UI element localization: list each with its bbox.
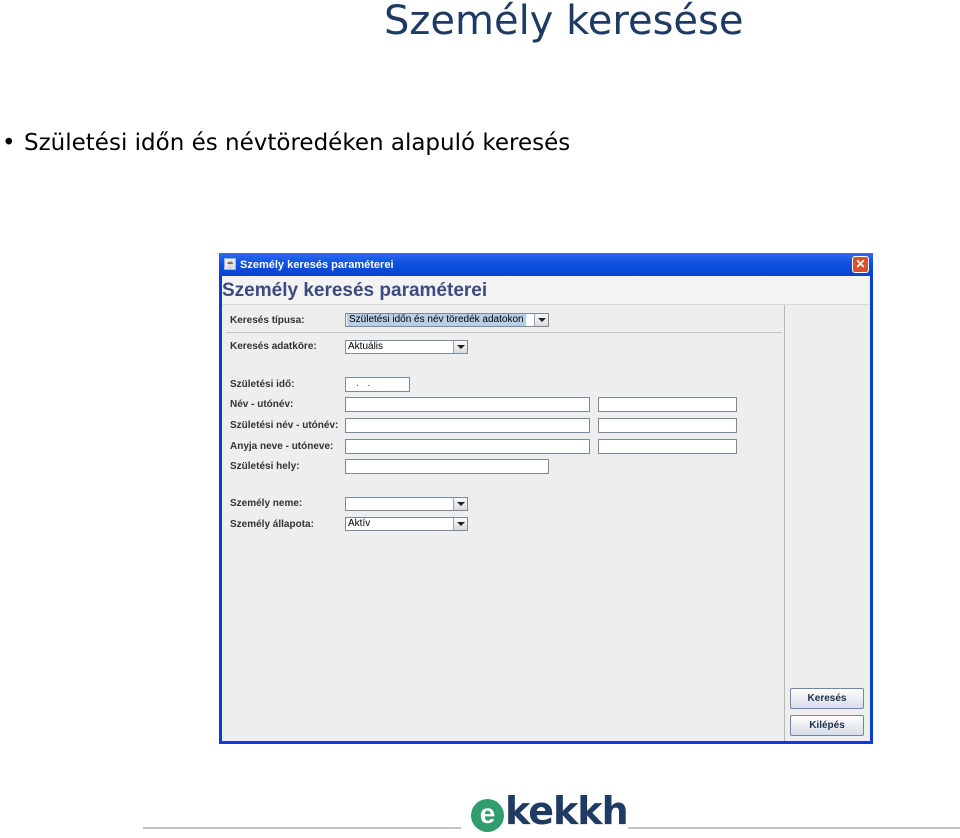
birth-date-input[interactable]: . . — [345, 377, 410, 392]
chevron-down-icon[interactable] — [453, 498, 467, 510]
bullet-item: • Születési időn és névtöredéken alapuló … — [0, 130, 570, 156]
status-label: Személy állapota: — [230, 519, 314, 530]
search-type-select[interactable]: Születési időn és név töredék adatokon — [345, 313, 549, 327]
birth-date-label: Születési idő: — [230, 379, 295, 390]
chevron-down-icon[interactable] — [534, 314, 548, 326]
search-scope-value: Aktuális — [348, 341, 384, 352]
surname-input[interactable] — [345, 397, 590, 412]
name-label: Név - utónév: — [230, 399, 294, 410]
birth-given-name-input[interactable] — [598, 418, 737, 433]
footer-divider-left — [143, 827, 461, 829]
bullet-text: Születési időn és névtöredéken alapuló k… — [24, 130, 571, 156]
button-panel: Keresés Kilépés — [785, 305, 870, 741]
window-title: Személy keresés paraméterei — [240, 259, 394, 271]
form-panel: Keresés típusa: Születési időn és név tö… — [222, 305, 785, 741]
mother-given-name-input[interactable] — [598, 439, 737, 454]
footer-divider-right — [628, 827, 960, 829]
search-scope-label: Keresés adatköre: — [230, 341, 317, 352]
logo-e-mark: e — [471, 799, 504, 832]
birth-name-label: Születési név - utónév: — [230, 420, 339, 431]
bullet-dot: • — [2, 130, 16, 156]
slide-title: Személy keresése — [384, 0, 744, 44]
birth-place-label: Születési hely: — [230, 461, 300, 472]
java-cup-icon: ☕ — [224, 258, 237, 270]
window-content: Személy keresés paraméterei Keresés típu… — [222, 276, 870, 741]
sex-label: Személy neme: — [230, 498, 303, 509]
logo-text: kekkh — [505, 789, 629, 833]
given-name-input[interactable] — [598, 397, 737, 412]
mother-name-label: Anyja neve - utóneve: — [230, 441, 334, 452]
birth-surname-input[interactable] — [345, 418, 590, 433]
chevron-down-icon[interactable] — [453, 518, 467, 530]
close-icon[interactable]: ✕ — [852, 256, 869, 273]
mother-surname-input[interactable] — [345, 439, 590, 454]
birth-date-value: . . — [356, 378, 374, 389]
form-heading: Személy keresés paraméterei — [222, 280, 488, 301]
window-titlebar[interactable]: ☕ Személy keresés paraméterei ✕ — [219, 253, 873, 276]
search-type-value: Születési időn és név töredék adatokon — [347, 314, 526, 326]
birth-place-input[interactable] — [345, 459, 549, 474]
search-button[interactable]: Keresés — [790, 688, 864, 709]
search-parameters-window: ☕ Személy keresés paraméterei ✕ Személy … — [219, 253, 873, 744]
form-header: Személy keresés paraméterei — [222, 276, 870, 305]
search-type-label: Keresés típusa: — [230, 315, 305, 326]
status-value: Aktív — [348, 518, 371, 529]
exit-button[interactable]: Kilépés — [790, 715, 864, 736]
chevron-down-icon[interactable] — [453, 341, 467, 353]
separator — [226, 332, 782, 333]
search-scope-select[interactable]: Aktuális — [345, 340, 468, 354]
status-select[interactable]: Aktív — [345, 517, 468, 531]
sex-select[interactable] — [345, 497, 468, 511]
